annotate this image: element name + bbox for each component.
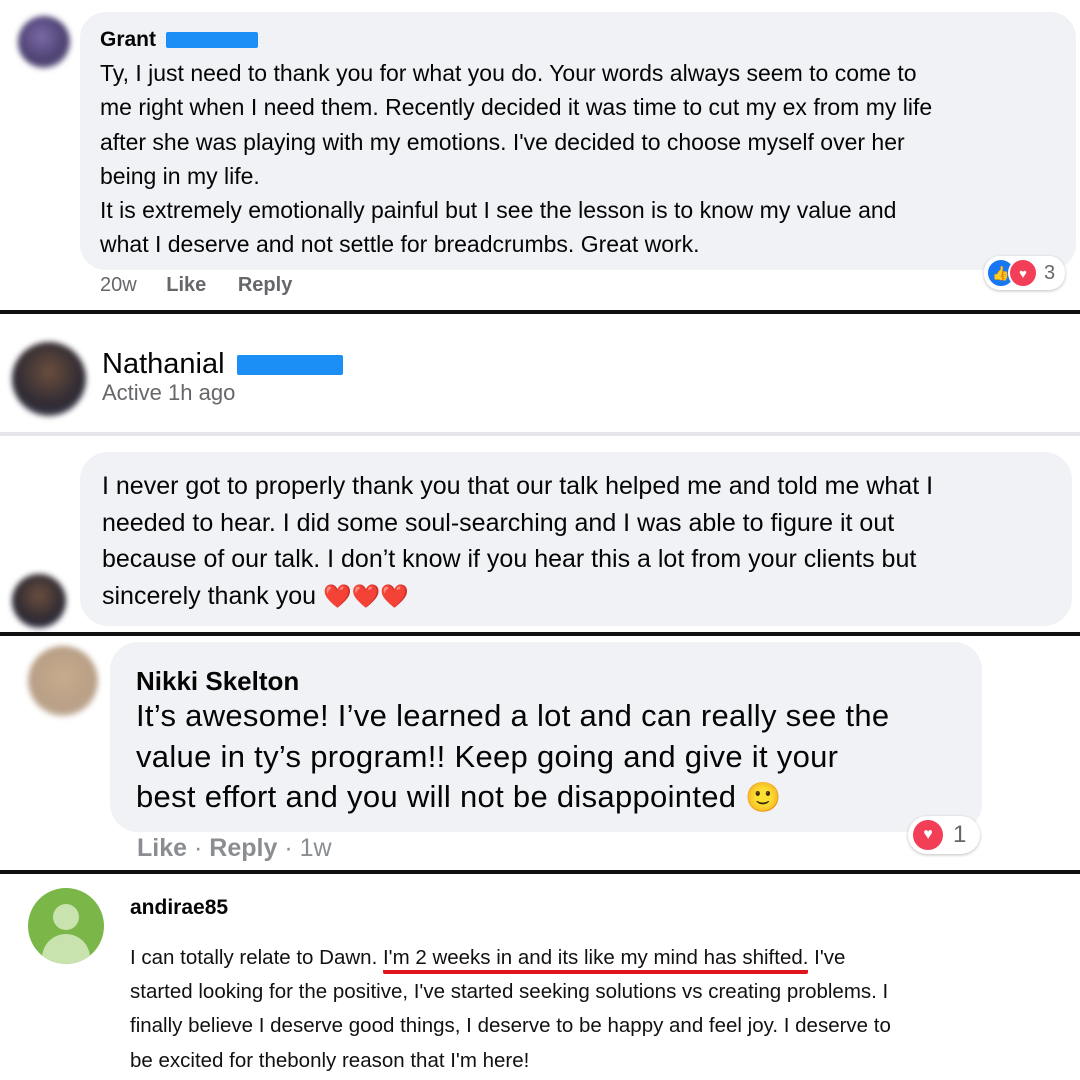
comment-author[interactable]: Nikki Skelton <box>136 666 299 697</box>
comment-time: 1w <box>299 834 332 862</box>
comment-actions: Like · Reply · 1w <box>137 834 332 863</box>
review-body-start: I can totally relate to Dawn. <box>130 946 383 969</box>
avatar[interactable] <box>12 342 86 416</box>
comment-panel-nikki: Nikki Skelton It’s awesome! I’ve learned… <box>0 636 1080 870</box>
comment-bubble: Nikki Skelton It’s awesome! I’ve learned… <box>110 642 982 832</box>
like-button[interactable]: Like <box>166 274 206 296</box>
review-text: I can totally relate to Dawn. I'm 2 week… <box>130 941 891 1078</box>
review-panel-andirae85: andirae85 I can totally relate to Dawn. … <box>0 874 1080 1080</box>
reply-button[interactable]: Reply <box>238 274 292 296</box>
comment-text: Ty, I just need to thank you for what yo… <box>100 60 933 258</box>
avatar[interactable] <box>28 646 98 716</box>
reaction-summary[interactable]: 👍 ♥ 3 <box>984 256 1066 290</box>
comment-actions: 20w Like Reply <box>100 274 292 297</box>
message-body: I never got to properly thank you that o… <box>102 472 934 610</box>
redacted-name <box>236 355 343 376</box>
reaction-count: 1 <box>953 821 967 848</box>
love-icon: ♥ <box>1008 258 1038 288</box>
comment-time: 20w <box>100 274 137 296</box>
reaction-count: 3 <box>1044 261 1056 284</box>
review-author[interactable]: andirae85 <box>130 896 228 920</box>
redacted-name <box>165 32 258 49</box>
like-button[interactable]: Like <box>137 834 187 862</box>
avatar-head <box>53 904 79 930</box>
comment-panel-grant: Grant Ty, I just need to thank you for w… <box>0 0 1080 310</box>
reply-button[interactable]: Reply <box>209 834 277 862</box>
header-divider <box>0 432 1080 436</box>
reaction-summary[interactable]: ♥ 1 <box>908 816 981 854</box>
message-bubble: I never got to properly thank you that o… <box>80 452 1072 626</box>
comment-author[interactable]: Grant <box>100 28 258 52</box>
avatar[interactable] <box>28 888 104 964</box>
avatar-body <box>42 934 90 964</box>
chat-header-name[interactable]: Nathanial <box>102 348 343 381</box>
comment-bubble: Grant Ty, I just need to thank you for w… <box>80 12 1076 270</box>
love-icon: ♥ <box>911 818 945 852</box>
underlined-highlight: I'm 2 weeks in and its like my mind has … <box>382 946 809 974</box>
smile-emoji: 🙂 <box>745 782 782 814</box>
heart-emoji: ❤️❤️❤️ <box>322 582 409 609</box>
message-text: I never got to properly thank you that o… <box>102 468 933 614</box>
author-name: Nathanial <box>102 348 225 380</box>
comment-text: It’s awesome! I’ve learned a lot and can… <box>136 696 889 819</box>
separator: · <box>284 834 293 862</box>
message-panel-nathanial: Nathanial Active 1h ago I never got to p… <box>0 314 1080 632</box>
author-name: Grant <box>100 28 157 51</box>
separator: · <box>193 834 203 862</box>
avatar[interactable] <box>18 16 70 68</box>
active-status: Active 1h ago <box>102 380 236 405</box>
avatar-small[interactable] <box>12 574 66 628</box>
